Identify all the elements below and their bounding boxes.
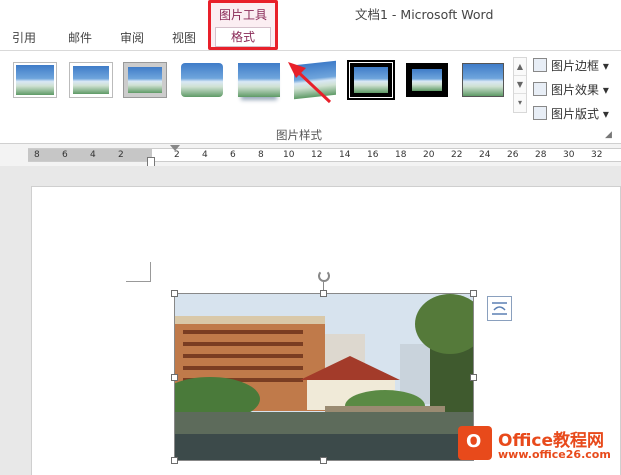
annotation-arrow-icon <box>288 62 332 104</box>
office-logo-icon: O <box>458 426 492 460</box>
word-window: 文档1 - Microsoft Word 引用 邮件 审阅 视图 图片工具 格式… <box>0 0 621 475</box>
watermark: O Office教程网 www.office26.com <box>458 422 618 470</box>
watermark-url: www.office26.com <box>498 448 611 461</box>
